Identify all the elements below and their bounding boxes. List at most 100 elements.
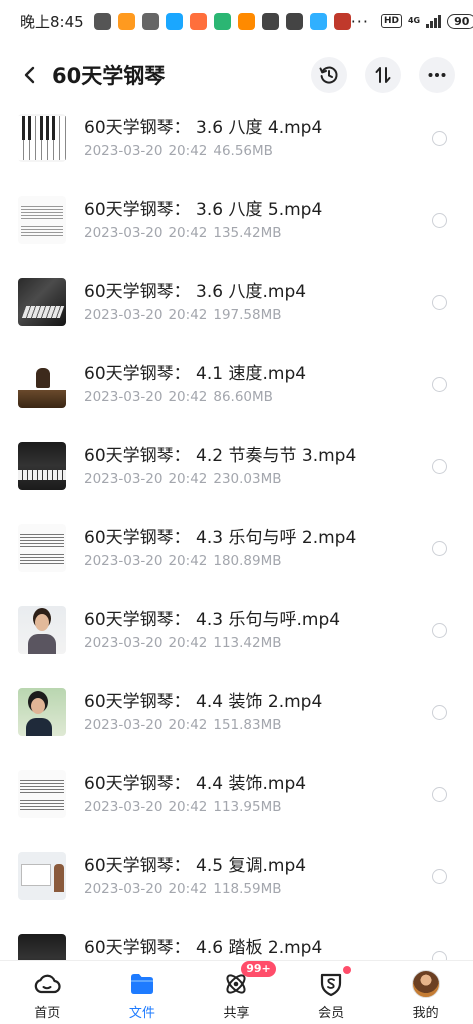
app-notification-icon bbox=[93, 12, 111, 30]
file-name: 60天学钢琴： 4.4 装饰 2.mp4 bbox=[84, 692, 323, 712]
video-thumbnail bbox=[18, 196, 66, 244]
history-button[interactable] bbox=[311, 57, 347, 93]
cloud-home-icon bbox=[32, 969, 62, 999]
header: 60天学钢琴 bbox=[0, 52, 473, 98]
file-date: 2023-03-20 bbox=[84, 553, 163, 569]
video-thumbnail bbox=[18, 770, 66, 818]
file-date: 2023-03-20 bbox=[84, 307, 163, 323]
app-notification-icon bbox=[189, 12, 207, 30]
sort-button[interactable] bbox=[365, 57, 401, 93]
file-time: 20:42 bbox=[168, 799, 208, 815]
file-date: 2023-03-20 bbox=[84, 717, 163, 733]
app-notification-icon bbox=[333, 12, 351, 30]
file-size: 180.89MB bbox=[213, 553, 282, 569]
select-radio[interactable] bbox=[432, 705, 447, 720]
file-time: 20:42 bbox=[168, 717, 208, 733]
tab-share[interactable]: 99+ 共享 bbox=[189, 961, 284, 1024]
file-row[interactable]: 60天学钢琴： 3.6 八度 4.mp4 2023-03-20 20:42 46.56… bbox=[0, 98, 473, 179]
select-radio[interactable] bbox=[432, 541, 447, 556]
file-row[interactable]: 60天学钢琴： 4.3 乐句与呼.mp4 2023-03-20 20:42 113.4… bbox=[0, 589, 473, 671]
app-notification-icon bbox=[261, 12, 279, 30]
battery-icon: 90 bbox=[447, 13, 473, 29]
select-radio[interactable] bbox=[432, 787, 447, 802]
file-row[interactable]: 60天学钢琴： 3.6 八度 5.mp4 2023-03-20 20:42 135.4… bbox=[0, 179, 473, 261]
status-right: ··· HD 4G 90 bbox=[351, 12, 473, 31]
video-thumbnail bbox=[18, 688, 66, 736]
file-row[interactable]: 60天学钢琴： 4.6 踏板 2.mp42023-03-2020:42 bbox=[0, 917, 473, 960]
tab-vip[interactable]: 会员 bbox=[284, 961, 379, 1024]
chevron-left-icon bbox=[24, 66, 35, 84]
select-radio[interactable] bbox=[432, 951, 447, 960]
file-size: 86.60MB bbox=[213, 389, 273, 405]
tab-home-label: 首页 bbox=[34, 1006, 61, 1021]
file-time: 20:42 bbox=[168, 389, 208, 405]
avatar-wrap bbox=[411, 969, 441, 999]
app-notification-icon bbox=[309, 12, 327, 30]
file-row[interactable]: 60天学钢琴： 4.3 乐句与呼 2.mp4 2023-03-20 20:42 180… bbox=[0, 507, 473, 589]
file-meta: 2023-03-20 20:42 135.42MB bbox=[84, 225, 282, 241]
tab-files[interactable]: 文件 bbox=[95, 961, 190, 1024]
file-row[interactable]: 60天学钢琴： 4.4 装饰.mp4 2023-03-20 20:42 113.95M… bbox=[0, 753, 473, 835]
select-radio[interactable] bbox=[432, 869, 447, 884]
folder-icon bbox=[127, 969, 157, 999]
file-time: 20:42 bbox=[168, 225, 208, 241]
file-meta: 2023-03-20 20:42 46.56MB bbox=[84, 143, 273, 159]
file-list[interactable]: 60天学钢琴： 3.6 八度 4.mp4 2023-03-20 20:42 46.56… bbox=[0, 98, 473, 960]
file-meta: 2023-03-20 20:42 118.59MB bbox=[84, 881, 282, 897]
select-radio[interactable] bbox=[432, 295, 447, 310]
more-notifications-icon: ··· bbox=[350, 11, 369, 31]
status-bar: 晚上8:45 ··· HD 4G 90 bbox=[0, 0, 473, 42]
select-radio[interactable] bbox=[432, 377, 447, 392]
file-name: 60天学钢琴： 4.6 踏板 2.mp4 bbox=[84, 938, 323, 958]
file-name: 60天学钢琴： 3.6 八度.mp4 bbox=[84, 282, 307, 302]
file-date: 2023-03-20 bbox=[84, 881, 163, 897]
file-time: 20:42 bbox=[168, 143, 208, 159]
file-meta: 2023-03-20 20:42 151.83MB bbox=[84, 717, 282, 733]
hd-icon: HD bbox=[380, 14, 402, 28]
network-type: 4G bbox=[407, 16, 421, 25]
file-size: 113.42MB bbox=[213, 635, 282, 651]
file-name: 60天学钢琴： 4.3 乐句与呼 2.mp4 bbox=[84, 528, 357, 548]
file-row[interactable]: 60天学钢琴： 3.6 八度.mp4 2023-03-20 20:42 197.58M… bbox=[0, 261, 473, 343]
file-date: 2023-03-20 bbox=[84, 635, 163, 651]
file-time: 20:42 bbox=[168, 635, 208, 651]
file-row[interactable]: 60天学钢琴： 4.4 装饰 2.mp4 2023-03-20 20:42 151.8… bbox=[0, 671, 473, 753]
file-name: 60天学钢琴： 3.6 八度 5.mp4 bbox=[84, 200, 323, 220]
file-date: 2023-03-20 bbox=[84, 143, 163, 159]
tab-me-label: 我的 bbox=[412, 1006, 439, 1021]
select-radio[interactable] bbox=[432, 459, 447, 474]
file-meta: 2023-03-20 20:42 113.95MB bbox=[84, 799, 282, 815]
file-name: 60天学钢琴： 4.5 复调.mp4 bbox=[84, 856, 307, 876]
file-date: 2023-03-20 bbox=[84, 225, 163, 241]
app-root: 晚上8:45 ··· HD 4G 90 60天学钢琴 60天学钢琴： 3.6 八… bbox=[0, 0, 473, 1024]
video-thumbnail bbox=[18, 114, 66, 162]
video-thumbnail bbox=[18, 606, 66, 654]
file-row[interactable]: 60天学钢琴： 4.2 节奏与节 3.mp4 2023-03-20 20:42 230… bbox=[0, 425, 473, 507]
file-date: 2023-03-20 bbox=[84, 471, 163, 487]
file-meta: 2023-03-20 20:42 197.58MB bbox=[84, 307, 282, 323]
tab-home[interactable]: 首页 bbox=[0, 961, 95, 1024]
notification-icons bbox=[93, 12, 351, 30]
file-time: 20:42 bbox=[168, 471, 208, 487]
tab-me[interactable]: 我的 bbox=[378, 961, 473, 1024]
select-radio[interactable] bbox=[432, 623, 447, 638]
file-meta: 2023-03-20 20:42 180.89MB bbox=[84, 553, 282, 569]
file-size: 113.95MB bbox=[213, 799, 282, 815]
avatar bbox=[411, 970, 440, 998]
status-time: 晚上8:45 bbox=[20, 12, 84, 31]
file-row[interactable]: 60天学钢琴： 4.1 速度.mp4 2023-03-20 20:42 86.60MB bbox=[0, 343, 473, 425]
video-thumbnail bbox=[18, 934, 66, 960]
select-radio[interactable] bbox=[432, 213, 447, 228]
select-radio[interactable] bbox=[432, 131, 447, 146]
file-size: 135.42MB bbox=[213, 225, 282, 241]
file-date: 2023-03-20 bbox=[84, 389, 163, 405]
more-button[interactable] bbox=[419, 57, 455, 93]
file-time: 20:42 bbox=[168, 881, 208, 897]
tab-vip-label: 会员 bbox=[318, 1006, 345, 1021]
file-meta: 2023-03-20 20:42 86.60MB bbox=[84, 389, 273, 405]
back-button[interactable] bbox=[12, 57, 48, 93]
app-notification-icon bbox=[141, 12, 159, 30]
file-row[interactable]: 60天学钢琴： 4.5 复调.mp4 2023-03-20 20:42 118.59M… bbox=[0, 835, 473, 917]
file-meta: 2023-03-20 20:42 113.42MB bbox=[84, 635, 282, 651]
vip-shield-icon bbox=[316, 969, 346, 999]
